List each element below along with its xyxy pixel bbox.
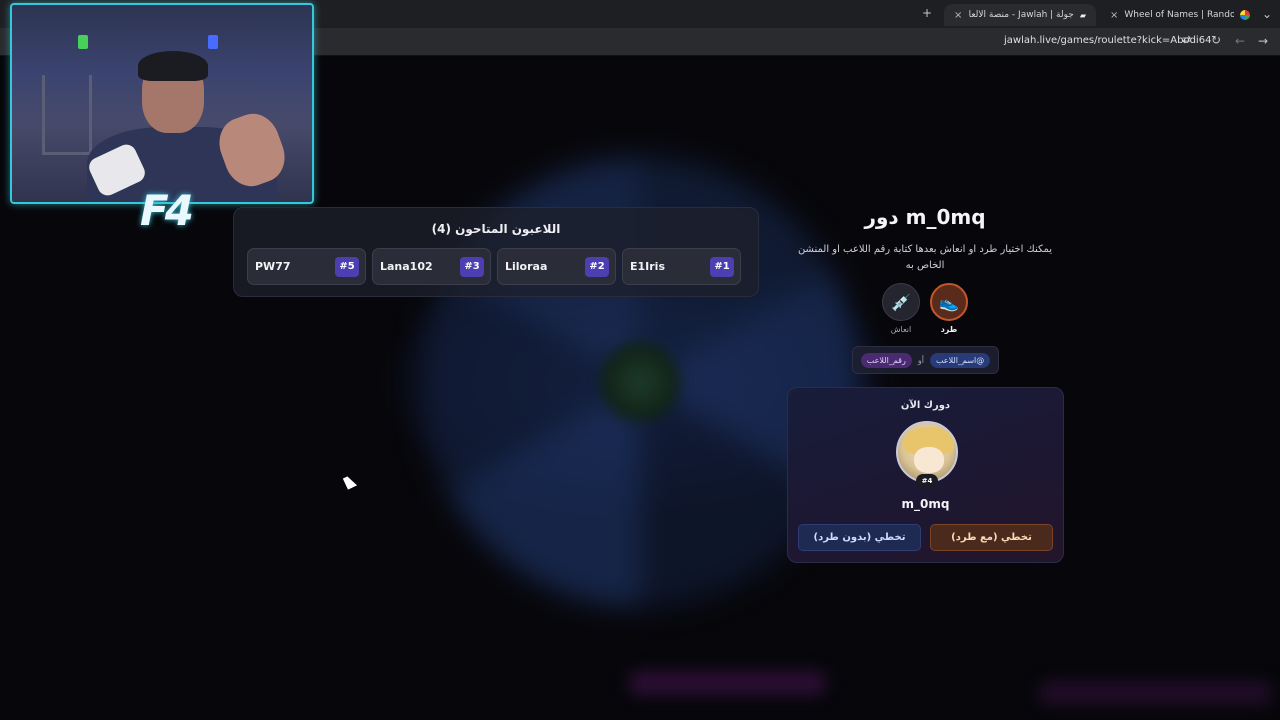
tab-label: جولة | Jawlah - منصة الألعاب الت: [968, 10, 1074, 20]
jawlah-favicon-icon: ▰: [1079, 10, 1086, 20]
reload-icon[interactable]: ↻: [1211, 33, 1221, 47]
player-rank-badge: #3: [460, 256, 484, 277]
skip-without-kick-button[interactable]: تخطي (بدون طرد): [798, 524, 921, 551]
glow-decoration: [630, 672, 825, 694]
tab-label: Wheel of Names | Random nam: [1124, 10, 1235, 20]
close-tab-icon[interactable]: ×: [954, 10, 962, 21]
player-card[interactable]: Lana102 #3: [372, 248, 491, 285]
player-rank-badge: #2: [585, 256, 609, 277]
webcam-overlay: [10, 3, 314, 204]
player-rank-badge: #4: [916, 474, 938, 488]
action-picker: 👟 طرد 💉 انعاش: [879, 283, 971, 337]
close-tab-icon[interactable]: ×: [1110, 10, 1118, 21]
back-arrow-icon[interactable]: →: [1258, 34, 1268, 48]
kick-action[interactable]: 👟 طرد: [929, 283, 969, 334]
wheel-favicon-icon: [1240, 10, 1251, 20]
url-field[interactable]: jawlah.live/games/roulette?kick=Abodi64: [1004, 35, 1211, 46]
tab-wheel-of-names[interactable]: Wheel of Names | Random nam ×: [1110, 4, 1251, 26]
player-rank-badge: #5: [335, 256, 359, 277]
forward-arrow-icon[interactable]: ←: [1235, 34, 1245, 48]
background-shelf: [42, 75, 92, 155]
current-turn-card: دورك الآن #4 m_0mq تخطي (مع طرد) تخطي (ب…: [787, 387, 1064, 563]
new-tab-button[interactable]: +: [922, 6, 932, 20]
player-name: Liloraa: [505, 260, 548, 273]
streamer-logo: F4: [140, 186, 194, 235]
player-name: Lana102: [380, 260, 433, 273]
mention-hint: @اسم_اللاعب أو رقم_اللاعب: [852, 346, 999, 374]
syringe-icon: 💉: [882, 283, 920, 321]
skip-with-kick-button[interactable]: تخطي (مع طرد): [930, 524, 1053, 551]
player-name: E1Iris: [630, 260, 666, 273]
player-card[interactable]: PW77 #5: [247, 248, 366, 285]
kick-label: طرد: [940, 325, 958, 334]
green-light: [78, 35, 88, 49]
turn-title: دور m_0mq: [864, 205, 986, 229]
your-turn-label: دورك الآن: [900, 400, 951, 411]
or-label: أو: [917, 355, 924, 365]
player-card[interactable]: E1Iris #1: [622, 248, 741, 285]
current-player-name: m_0mq: [901, 497, 950, 511]
available-players-panel: اللاعبون المتاحون (4) E1Iris #1 Liloraa …: [233, 207, 759, 297]
player-rank-badge: #1: [710, 256, 734, 277]
shoe-icon: 👟: [930, 283, 968, 321]
turn-help-text: يمكنك اختيار طرد او انعاش بعدها كتابة رق…: [797, 244, 1053, 271]
revive-label: انعاش: [890, 325, 912, 334]
wheel-hub: [600, 342, 680, 422]
avatar-face: [914, 447, 944, 473]
streamer-hair: [138, 51, 208, 81]
players-title: اللاعبون المتاحون (4): [431, 222, 561, 236]
player-number-chip: رقم_اللاعب: [860, 352, 912, 368]
player-card[interactable]: Liloraa #2: [497, 248, 616, 285]
blue-light: [208, 35, 218, 49]
tab-search-icon[interactable]: ⌄: [1262, 7, 1272, 21]
revive-action[interactable]: 💉 انعاش: [881, 283, 921, 334]
player-name: PW77: [255, 260, 291, 273]
glow-decoration: [1040, 682, 1270, 704]
player-name-chip: @اسم_اللاعب: [929, 352, 991, 368]
tab-jawlah[interactable]: ▰ جولة | Jawlah - منصة الألعاب الت ×: [944, 4, 1096, 26]
